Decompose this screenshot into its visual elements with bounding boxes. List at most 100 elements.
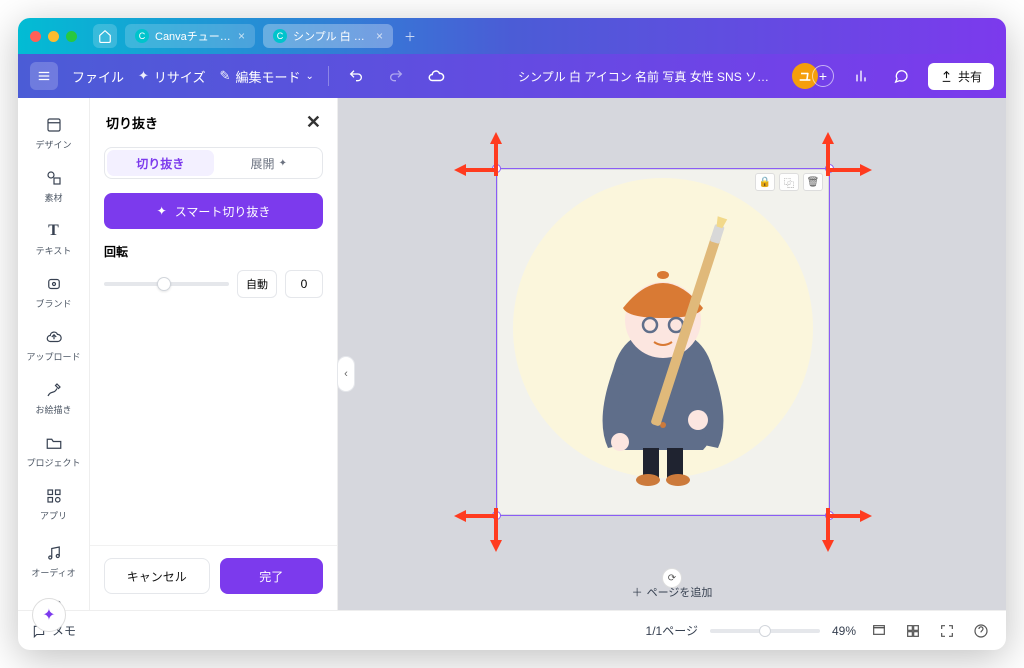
resize-menu[interactable]: ✦ リサイズ — [138, 67, 206, 86]
smart-crop-button[interactable]: ✦ スマート切り抜き — [104, 193, 323, 229]
footer: メモ 1/1ページ 49% — [18, 610, 1006, 650]
rotation-auto-button[interactable]: 自動 — [237, 270, 277, 298]
view-grid-button[interactable] — [868, 620, 890, 642]
rotation-slider[interactable] — [104, 282, 229, 286]
file-menu[interactable]: ファイル — [72, 67, 124, 86]
minimize-window-icon[interactable] — [48, 31, 59, 42]
rail-brand[interactable]: ブランド — [18, 267, 89, 316]
sparkle-icon: ✦ — [279, 158, 287, 169]
analytics-button[interactable] — [848, 63, 874, 89]
collapse-panel-button[interactable]: ‹ — [337, 356, 355, 392]
panel-title: 切り抜き — [106, 113, 158, 132]
editmode-menu[interactable]: ✎ 編集モード ⌄ — [220, 67, 314, 86]
file-label: ファイル — [72, 67, 124, 86]
rail-project[interactable]: プロジェクト — [18, 426, 89, 475]
crop-panel: 切り抜き ✕ 切り抜き 展開✦ ✦ スマート切り抜き 回転 自動 0 — [90, 98, 338, 610]
rotation-label: 回転 — [104, 243, 323, 260]
document-title[interactable]: シンプル 白 アイコン 名前 写真 女性 SNS ソーシャル… — [518, 68, 778, 85]
upload-icon — [940, 70, 953, 83]
redo-button[interactable] — [383, 63, 409, 89]
comment-icon — [893, 68, 909, 84]
share-button[interactable]: 共有 — [928, 63, 994, 90]
rail-text[interactable]: T テキスト — [18, 214, 89, 263]
brand-icon — [43, 273, 65, 295]
lock-button[interactable]: 🔒 — [755, 173, 775, 191]
text-icon: T — [43, 220, 65, 242]
rail-audio[interactable]: オーディオ — [18, 536, 89, 585]
comment-button[interactable] — [888, 63, 914, 89]
slider-thumb[interactable] — [157, 277, 171, 291]
browser-tab[interactable]: C Canvaチュートリア… × — [125, 24, 255, 48]
done-button[interactable]: 完了 — [220, 558, 324, 594]
crop-arrow-br-h — [828, 506, 872, 526]
zoom-thumb[interactable] — [759, 625, 771, 637]
rail-apps[interactable]: アプリ — [18, 479, 89, 528]
home-button[interactable] — [93, 24, 117, 48]
magic-button[interactable]: ✦ — [32, 598, 66, 632]
rail-label: アップロード — [26, 350, 80, 363]
draw-icon — [43, 379, 65, 401]
close-tab-icon[interactable]: × — [376, 29, 383, 43]
rail-label: オーディオ — [31, 566, 75, 579]
rail-label: アプリ — [40, 509, 67, 522]
new-tab-button[interactable]: ＋ — [401, 27, 419, 45]
pencil-icon: ✎ — [220, 68, 231, 84]
smart-crop-label: スマート切り抜き — [175, 203, 271, 220]
cancel-button[interactable]: キャンセル — [104, 558, 210, 594]
undo-button[interactable] — [343, 63, 369, 89]
close-tab-icon[interactable]: × — [238, 29, 245, 43]
browser-tab-active[interactable]: C シンプル 白 アイ… × — [263, 24, 393, 48]
rail-label: デザイン — [35, 138, 71, 151]
editmode-label: 編集モード — [235, 67, 300, 86]
grid-view-button[interactable] — [902, 620, 924, 642]
cloud-sync-button[interactable] — [423, 63, 449, 89]
chevron-down-icon: ⌄ — [305, 71, 313, 82]
rail-label: 素材 — [44, 191, 62, 204]
crop-arrow-bl-h — [454, 506, 498, 526]
redo-icon — [388, 68, 404, 84]
tab-crop[interactable]: 切り抜き — [107, 150, 214, 176]
sparkle-icon: ✦ — [138, 68, 149, 84]
apps-icon — [43, 485, 65, 507]
shapes-icon — [43, 167, 65, 189]
crop-arrow-right — [828, 160, 872, 180]
maximize-window-icon[interactable] — [66, 31, 77, 42]
sparkle-icon: ✦ — [42, 605, 55, 625]
rail-label: プロジェクト — [26, 456, 80, 469]
zoom-value: 49% — [832, 624, 856, 638]
rail-upload[interactable]: アップロード — [18, 320, 89, 369]
window-controls — [30, 31, 77, 42]
menu-button[interactable] — [30, 62, 58, 90]
tab-expand[interactable]: 展開✦ — [216, 148, 323, 178]
selection-toolbar: 🔒 ⿻ 🗑 — [755, 173, 823, 191]
crop-tabs: 切り抜き 展開✦ — [104, 147, 323, 179]
canvas[interactable]: 🔒 ⿻ 🗑 ⟳ ＋ ページを追加 — [338, 98, 1006, 610]
zoom-slider[interactable] — [710, 629, 820, 633]
folder-icon — [43, 432, 65, 454]
add-page-button[interactable]: ＋ ページを追加 — [622, 580, 723, 604]
music-icon — [43, 542, 65, 564]
cloud-upload-icon — [43, 326, 65, 348]
fullscreen-button[interactable] — [936, 620, 958, 642]
share-label: 共有 — [958, 68, 982, 85]
rail-label: テキスト — [36, 244, 72, 257]
canva-favicon-icon: C — [135, 29, 149, 43]
page-indicator: 1/1ページ — [646, 622, 698, 639]
rail-elements[interactable]: 素材 — [18, 161, 89, 210]
add-collaborator-button[interactable]: + — [812, 65, 834, 87]
side-rail: デザイン 素材 T テキスト ブランド アップロード お絵描き プロジェクト アプ… — [18, 98, 90, 610]
rotation-value-input[interactable]: 0 — [285, 270, 323, 298]
tab-label: シンプル 白 アイ… — [293, 28, 370, 44]
rail-design[interactable]: デザイン — [18, 108, 89, 157]
chart-icon — [853, 68, 869, 84]
add-page-label: ページを追加 — [647, 584, 713, 600]
selection-box[interactable]: 🔒 ⿻ 🗑 — [496, 168, 830, 516]
tab-crop-label: 切り抜き — [136, 155, 184, 172]
app-toolbar: ファイル ✦ リサイズ ✎ 編集モード ⌄ シンプル 白 アイコン 名前 写真 … — [18, 54, 1006, 98]
tab-label: Canvaチュートリア… — [155, 28, 232, 44]
help-button[interactable] — [970, 620, 992, 642]
rail-draw[interactable]: お絵描き — [18, 373, 89, 422]
close-window-icon[interactable] — [30, 31, 41, 42]
copy-button[interactable]: ⿻ — [779, 173, 799, 191]
close-panel-button[interactable]: ✕ — [306, 112, 321, 133]
